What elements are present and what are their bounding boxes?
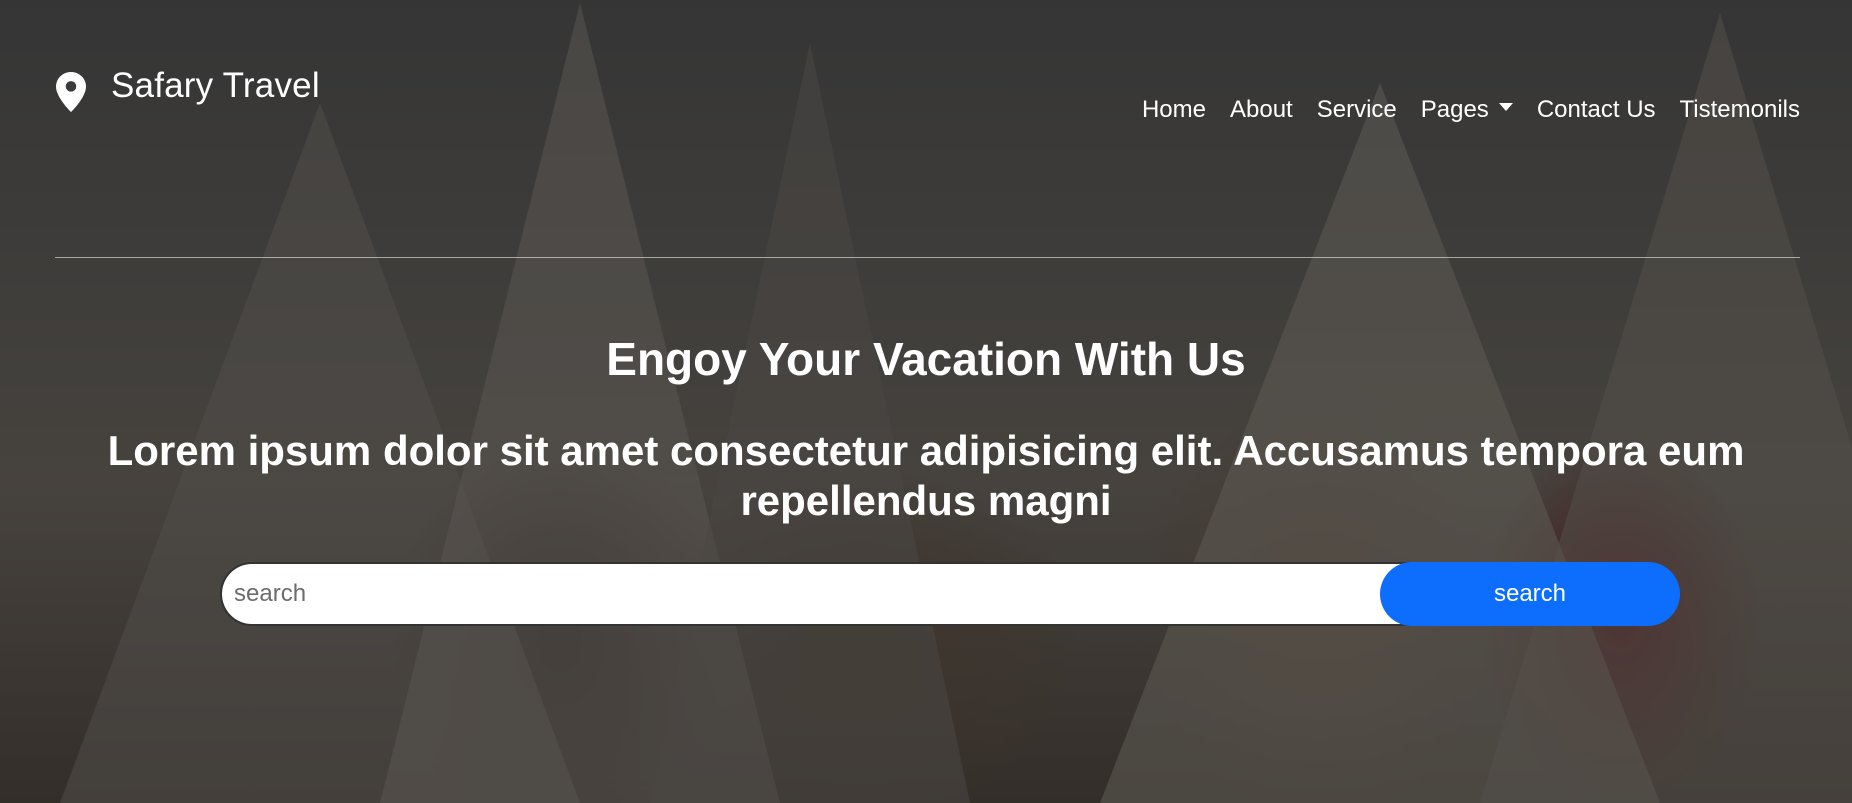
- hero-section: Safary Travel Home About Service Pages C…: [0, 0, 1852, 803]
- nav-item-pages-dropdown[interactable]: Pages: [1421, 96, 1513, 124]
- navbar: Safary Travel Home About Service Pages C…: [55, 60, 1800, 140]
- nav-item-contact-us[interactable]: Contact Us: [1537, 96, 1656, 124]
- search-input[interactable]: [220, 562, 1410, 626]
- nav-item-pages-label: Pages: [1420, 96, 1489, 123]
- nav-item-testimonials[interactable]: Tistemonils: [1680, 96, 1800, 124]
- nav-menu: Home About Service Pages Contact Us Tist…: [1142, 96, 1800, 124]
- search-button[interactable]: search: [1380, 562, 1680, 626]
- search-form: search: [220, 562, 1680, 626]
- hero-headline: Engoy Your Vacation With Us: [606, 333, 1246, 385]
- brand-link[interactable]: Safary Travel: [55, 60, 320, 112]
- nav-item-about[interactable]: About: [1230, 96, 1293, 124]
- nav-item-service[interactable]: Service: [1317, 96, 1397, 124]
- header-divider: [55, 257, 1800, 258]
- location-pin-icon: [56, 72, 86, 112]
- hero-subheadline: Lorem ipsum dolor sit amet consectetur a…: [107, 427, 1745, 524]
- caret-down-icon: [1498, 103, 1513, 111]
- nav-item-home[interactable]: Home: [1142, 96, 1206, 124]
- brand-name: Safary Travel: [111, 66, 320, 105]
